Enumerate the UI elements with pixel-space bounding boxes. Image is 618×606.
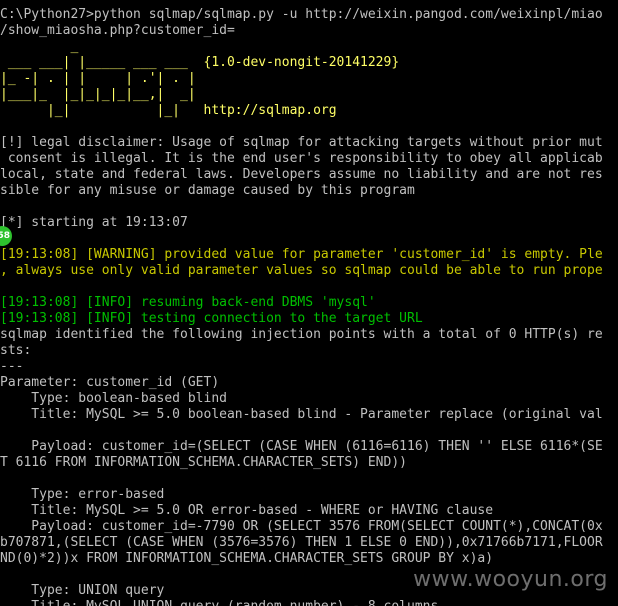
terminal-line: local, state and federal laws. Developer… [0,167,603,182]
terminal-line: sqlmap identified the following injectio… [0,327,603,342]
terminal-line: [19:13:08] [INFO] testing connection to … [0,311,423,326]
terminal-line: [19:13:08] [WARNING] provided value for … [0,247,603,262]
terminal-line: ND(0)*2))x FROM INFORMATION_SCHEMA.CHARA… [0,551,494,566]
terminal-line: b707871,(SELECT (CASE WHEN (3576=3576) T… [0,535,603,550]
terminal-line: sts: [0,343,32,358]
terminal-line: _ [0,39,79,54]
terminal-line: Payload: customer_id=-7790 OR (SELECT 35… [0,519,603,534]
terminal-line: [!] legal disclaimer: Usage of sqlmap fo… [0,135,603,150]
terminal-line: , always use only valid parameter values… [0,263,603,278]
terminal-line: C:\Python27>python sqlmap/sqlmap.py -u h… [0,7,603,22]
terminal-line: Type: error-based [0,487,165,502]
terminal-line: ___ ___| |_____ ___ ___ {1.0-dev-nongit-… [0,55,400,70]
terminal-line: Title: MySQL >= 5.0 OR error-based - WHE… [0,503,494,518]
terminal-line: T 6116 FROM INFORMATION_SCHEMA.CHARACTER… [0,455,407,470]
terminal-line: |_| |_| http://sqlmap.org [0,103,337,118]
terminal-line: |_ -| . | | | .'| . | [0,71,196,86]
terminal-line: [*] starting at 19:13:07 [0,215,188,230]
terminal-line: sible for any misuse or damage caused by… [0,183,415,198]
terminal-line: Payload: customer_id=(SELECT (CASE WHEN … [0,439,603,454]
terminal-line: Parameter: customer_id (GET) [0,375,220,390]
terminal-line: --- [0,359,24,374]
terminal-line: /show_miaosha.php?customer_id= [0,23,235,38]
terminal-line: consent is illegal. It is the end user's… [0,151,603,166]
terminal-line: |___|_ |_|_|_|_|__,| _| [0,87,196,102]
terminal-line: Type: boolean-based blind [0,391,227,406]
terminal-line: [19:13:08] [INFO] resuming back-end DBMS… [0,295,376,310]
terminal-line: Title: MySQL >= 5.0 boolean-based blind … [0,407,603,422]
terminal-window[interactable]: C:\Python27>python sqlmap/sqlmap.py -u h… [0,0,618,606]
terminal-line: Title: MySQL UNION query (random number)… [0,599,618,606]
watermark: www.wooyun.org [413,567,608,592]
